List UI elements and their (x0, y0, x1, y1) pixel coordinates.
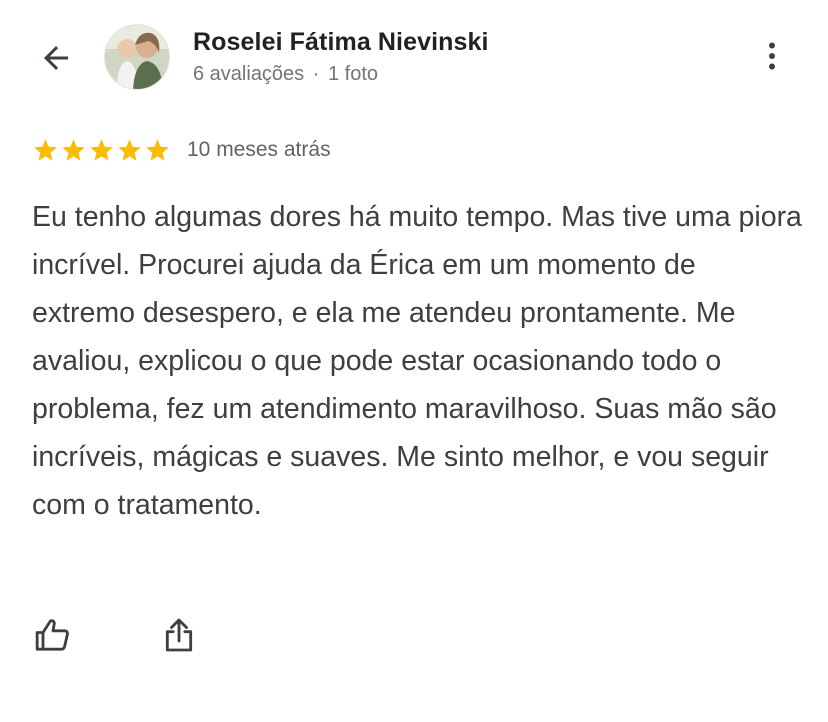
arrow-back-icon (44, 46, 68, 70)
thumb-up-icon (35, 619, 69, 651)
review-time: 10 meses atrás (187, 138, 331, 161)
photos-count: 1 foto (327, 63, 379, 85)
author-info: Roselei Fátima Nievinski 6 avaliações · … (193, 26, 489, 87)
star-icon (90, 138, 113, 161)
meta-separator: · (312, 63, 320, 85)
author-meta: 6 avaliações · 1 foto (193, 61, 489, 87)
author-name[interactable]: Roselei Fátima Nievinski (193, 26, 489, 58)
avatar[interactable] (104, 24, 170, 90)
review-text: Eu tenho algumas dores há muito tempo. M… (32, 201, 802, 521)
more-options-button[interactable] (752, 34, 792, 78)
like-button[interactable] (30, 612, 76, 658)
more-vertical-icon (769, 42, 775, 70)
reviews-count: 6 avaliações (193, 63, 305, 85)
star-icon (118, 138, 141, 161)
share-icon (165, 618, 193, 652)
star-rating (32, 137, 171, 164)
star-icon (34, 138, 57, 161)
back-button[interactable] (34, 36, 78, 80)
rating-row: 10 meses atrás (32, 136, 331, 164)
star-icon (146, 138, 169, 161)
share-button[interactable] (156, 612, 202, 658)
avatar-photo (105, 25, 169, 89)
star-icon (62, 138, 85, 161)
